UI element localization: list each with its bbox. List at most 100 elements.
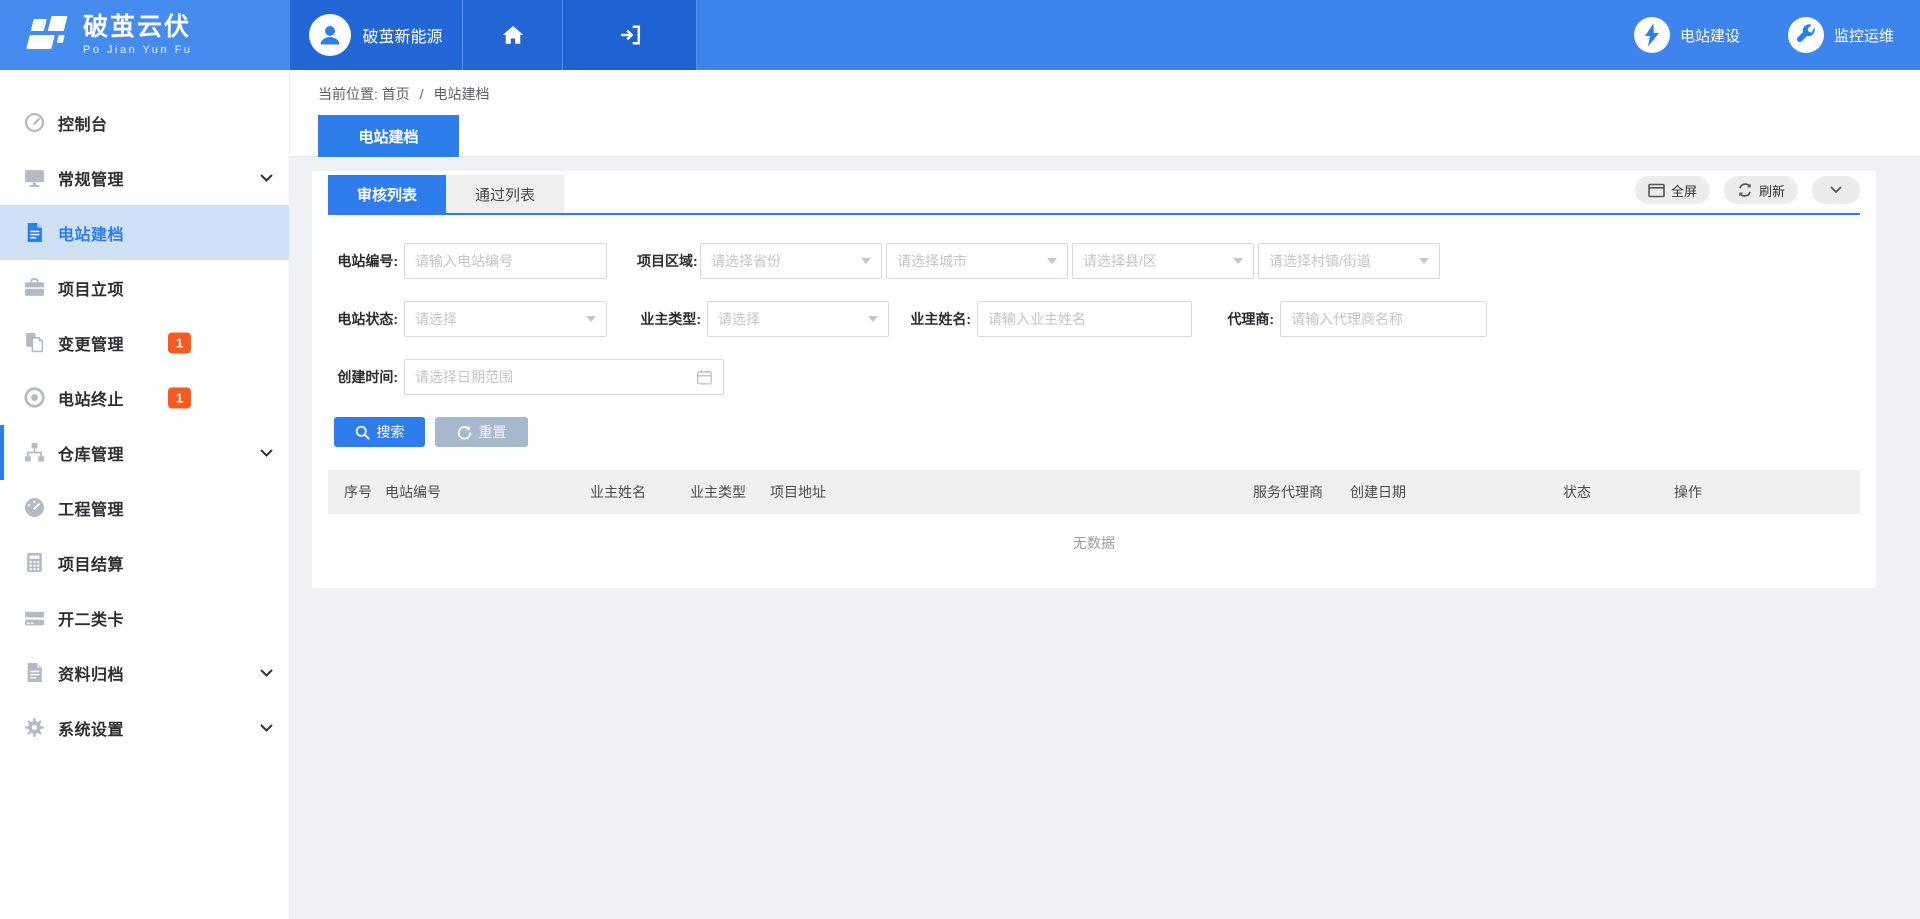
breadcrumb-separator: /: [420, 86, 424, 102]
owner-name-input[interactable]: [988, 311, 1181, 327]
sidebar-item-label: 项目立项: [58, 276, 124, 300]
col-create-date: 创建日期: [1350, 482, 1563, 502]
search-button[interactable]: 搜索: [334, 417, 425, 447]
town-select[interactable]: 请选择村镇/街道: [1258, 243, 1440, 279]
date-range-field[interactable]: [404, 359, 724, 395]
caret-down-icon: [1047, 258, 1057, 264]
calendar-icon: [696, 369, 713, 386]
brand-logo: 破茧云伏 Po Jian Yun Fu: [0, 0, 290, 70]
col-status: 状态: [1563, 482, 1674, 502]
reset-button[interactable]: 重置: [435, 417, 528, 447]
content-panel: 审核列表 通过列表 全屏 刷新 电站编号:: [312, 171, 1876, 588]
record-circle-icon: [24, 387, 45, 408]
nav-link-construction[interactable]: 电站建设: [1634, 17, 1740, 53]
sidebar-item-label: 电站建档: [58, 221, 124, 245]
province-select[interactable]: 请选择省份: [700, 243, 882, 279]
sidebar-item-warehouse-mgmt[interactable]: 仓库管理: [0, 425, 289, 480]
search-form: 电站编号: 项目区域: 请选择省份 请选择城市 请选择县/区 请选择村镇/街道: [328, 215, 1860, 447]
monitor-icon: [24, 167, 45, 188]
caret-down-icon: [868, 316, 878, 322]
table-header: 序号 电站编号 业主姓名 业主类型 项目地址 服务代理商 创建日期 状态 操作: [328, 470, 1860, 514]
agent-input[interactable]: [1291, 311, 1476, 327]
owner-type-select[interactable]: 请选择: [707, 301, 889, 337]
sidebar-item-data-archive[interactable]: 资料归档: [0, 645, 289, 700]
sidebar-item-general-mgmt[interactable]: 常规管理: [0, 150, 289, 205]
brand-text: 破茧云伏 Po Jian Yun Fu: [83, 14, 192, 55]
nav-link-label: 监控运维: [1834, 25, 1894, 46]
sidebar-item-project-settlement[interactable]: 项目结算: [0, 535, 289, 590]
brand-subtitle: Po Jian Yun Fu: [83, 44, 192, 56]
logout-button[interactable]: [562, 0, 697, 70]
station-no-label: 电站编号:: [336, 251, 404, 271]
breadcrumb-home[interactable]: 首页: [382, 86, 410, 102]
county-select[interactable]: 请选择县/区: [1072, 243, 1254, 279]
nav-link-label: 电站建设: [1680, 25, 1740, 46]
caret-down-icon: [1233, 258, 1243, 264]
refresh-label: 刷新: [1759, 181, 1785, 200]
sidebar-item-label: 电站终止: [58, 386, 124, 410]
station-no-input[interactable]: [415, 253, 596, 269]
nav-user-block: 破茧新能源: [290, 0, 697, 70]
sidebar-item-label: 系统设置: [58, 716, 124, 740]
main-content: 当前位置: 首页 / 电站建档 电站建档 审核列表 通过列表 全屏 刷新: [290, 70, 1920, 919]
tab-review-list[interactable]: 审核列表: [328, 175, 446, 213]
form-row-3: 创建时间:: [328, 359, 1860, 395]
station-no-field[interactable]: [404, 243, 607, 279]
sidebar-item-system-settings[interactable]: 系统设置: [0, 700, 289, 755]
station-status-select[interactable]: 请选择: [404, 301, 607, 337]
avatar: [309, 14, 351, 56]
form-actions: 搜索 重置: [328, 417, 1860, 447]
sidebar-item-station-termination[interactable]: 电站终止 1: [0, 370, 289, 425]
sidebar-item-engineering-mgmt[interactable]: 工程管理: [0, 480, 289, 535]
panel-toolbar: 全屏 刷新: [1635, 175, 1860, 213]
sidebar-item-label: 开二类卡: [58, 606, 124, 630]
sidebar-item-change-mgmt[interactable]: 变更管理 1: [0, 315, 289, 370]
search-icon: [355, 425, 370, 440]
sidebar-item-station-archive[interactable]: 电站建档: [0, 205, 289, 260]
col-seq: 序号: [344, 482, 385, 502]
collapse-toggle[interactable]: [1812, 176, 1860, 204]
refresh-button[interactable]: 刷新: [1724, 176, 1798, 204]
page-tab-station-archive[interactable]: 电站建档: [318, 115, 459, 157]
col-station-no: 电站编号: [385, 482, 590, 502]
caret-down-icon: [861, 258, 871, 264]
date-range-input[interactable]: [415, 369, 713, 385]
form-row-2: 电站状态: 请选择 业主类型: 请选择 业主姓名: 代理商:: [328, 301, 1860, 337]
sidebar: 控制台 常规管理 电站建档 项目立项 变更管理 1 电站终止 1: [0, 70, 290, 919]
owner-name-field[interactable]: [977, 301, 1192, 337]
agent-label: 代理商:: [1216, 309, 1280, 329]
logout-icon: [619, 25, 641, 45]
notification-badge: 1: [168, 387, 191, 408]
sidebar-item-label: 变更管理: [58, 331, 124, 355]
breadcrumb: 当前位置: 首页 / 电站建档: [318, 84, 489, 104]
brand-title: 破茧云伏: [83, 14, 192, 40]
fullscreen-label: 全屏: [1671, 181, 1697, 200]
city-select[interactable]: 请选择城市: [886, 243, 1068, 279]
sidebar-item-project-initiation[interactable]: 项目立项: [0, 260, 289, 315]
sitemap-icon: [24, 442, 45, 463]
user-menu[interactable]: 破茧新能源: [290, 0, 462, 70]
sidebar-item-console[interactable]: 控制台: [0, 95, 289, 150]
form-row-1: 电站编号: 项目区域: 请选择省份 请选择城市 请选择县/区 请选择村镇/街道: [328, 243, 1860, 279]
sidebar-item-label: 资料归档: [58, 661, 124, 685]
col-project-address: 项目地址: [770, 482, 1253, 502]
col-actions: 操作: [1674, 482, 1860, 502]
lightning-icon: [1634, 17, 1670, 53]
copy-icon: [24, 332, 45, 353]
home-button[interactable]: [462, 0, 562, 70]
sidebar-item-label: 项目结算: [58, 551, 124, 575]
sidebar-item-label: 控制台: [58, 111, 108, 135]
chevron-down-icon: [1830, 186, 1842, 194]
reset-label: 重置: [479, 422, 507, 442]
sidebar-item-class2-card[interactable]: 开二类卡: [0, 590, 289, 645]
tab-passed-list[interactable]: 通过列表: [446, 175, 564, 213]
agent-field[interactable]: [1280, 301, 1487, 337]
company-name: 破茧新能源: [362, 23, 442, 47]
brand-logo-icon: [24, 14, 70, 56]
col-owner-name: 业主姓名: [590, 482, 690, 502]
sidebar-item-label: 常规管理: [58, 166, 124, 190]
fullscreen-button[interactable]: 全屏: [1635, 176, 1710, 204]
caret-down-icon: [1419, 258, 1429, 264]
nav-link-monitoring[interactable]: 监控运维: [1788, 17, 1894, 53]
breadcrumb-prefix: 当前位置:: [318, 86, 378, 102]
